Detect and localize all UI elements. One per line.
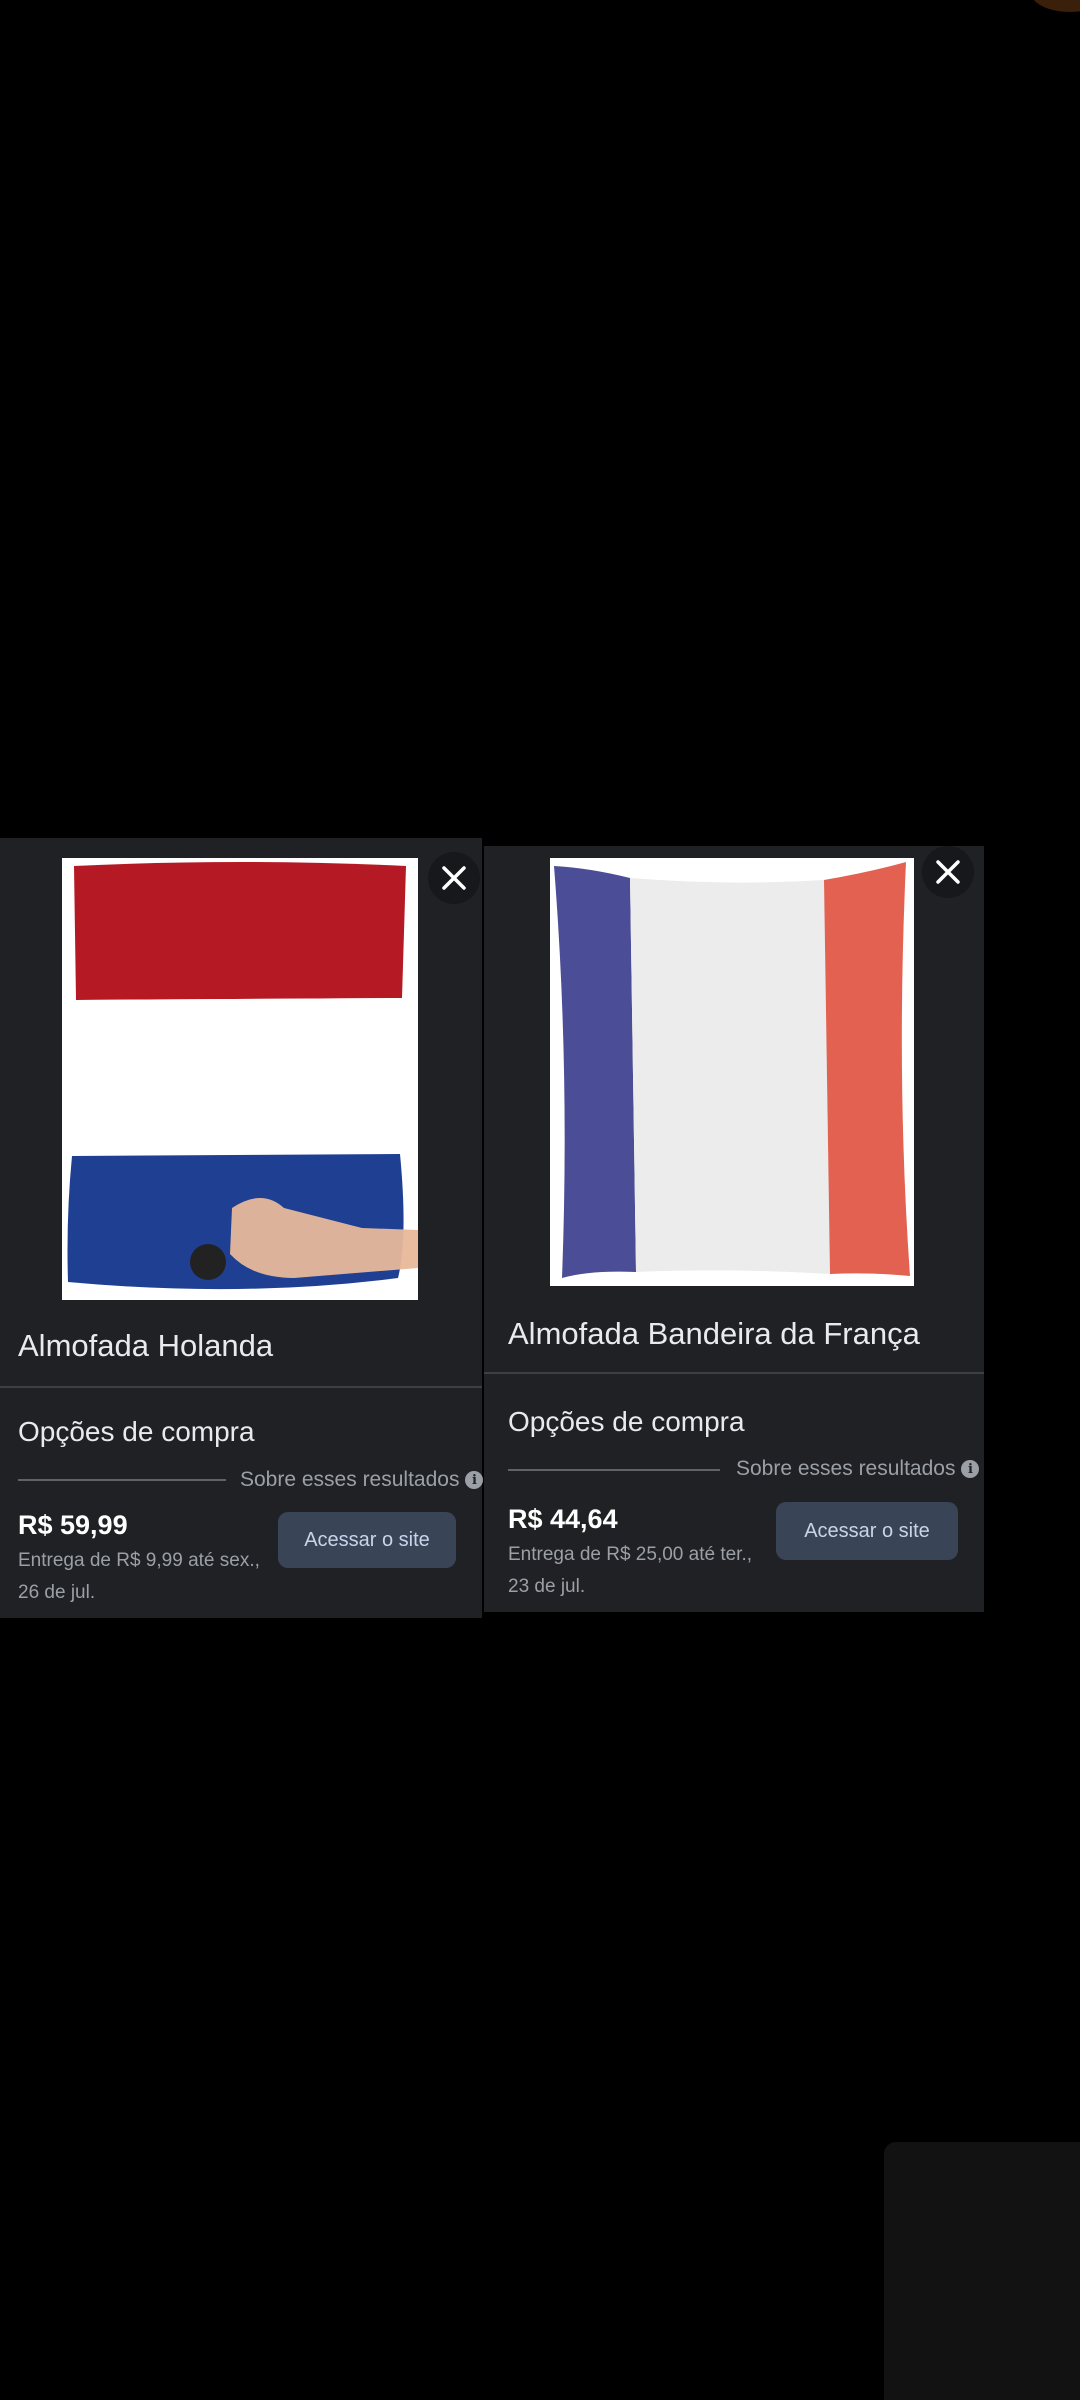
close-button-france[interactable] [922,846,974,898]
delivery-info: Entrega de R$ 9,99 até sex., 26 de jul. [18,1550,260,1603]
close-button-netherlands[interactable] [428,852,480,904]
close-icon [935,859,961,885]
buying-options-heading: Opções de compra [508,1406,745,1437]
about-results-link[interactable]: Sobre esses resultados i [240,1468,484,1492]
info-icon: i [961,1460,980,1478]
delivery-info: Entrega de R$ 25,00 até ter., 23 de jul. [508,1544,753,1597]
buying-options-heading: Opções de compra [18,1416,255,1447]
product-image-netherlands-pillow[interactable] [62,858,418,1300]
price: R$ 59,99 [18,1510,128,1540]
product-title[interactable]: Almofada Bandeira da França [508,1316,920,1352]
corner-decoration [1030,0,1080,12]
info-icon: i [465,1471,484,1489]
divider [508,1469,720,1471]
product-image-france-pillow[interactable] [550,858,914,1286]
divider [0,1386,482,1388]
visit-site-button[interactable]: Acessar o site [278,1512,456,1568]
price: R$ 44,64 [508,1504,618,1534]
partial-card-preview[interactable] [884,2142,1080,2400]
divider [18,1479,226,1481]
about-results-link[interactable]: Sobre esses resultados i [736,1457,980,1481]
product-title[interactable]: Almofada Holanda [18,1328,273,1364]
about-results-label: Sobre esses resultados [240,1468,460,1491]
close-icon [441,865,467,891]
about-results-label: Sobre esses resultados [736,1457,956,1480]
divider [484,1372,984,1374]
visit-site-button[interactable]: Acessar o site [776,1502,958,1560]
